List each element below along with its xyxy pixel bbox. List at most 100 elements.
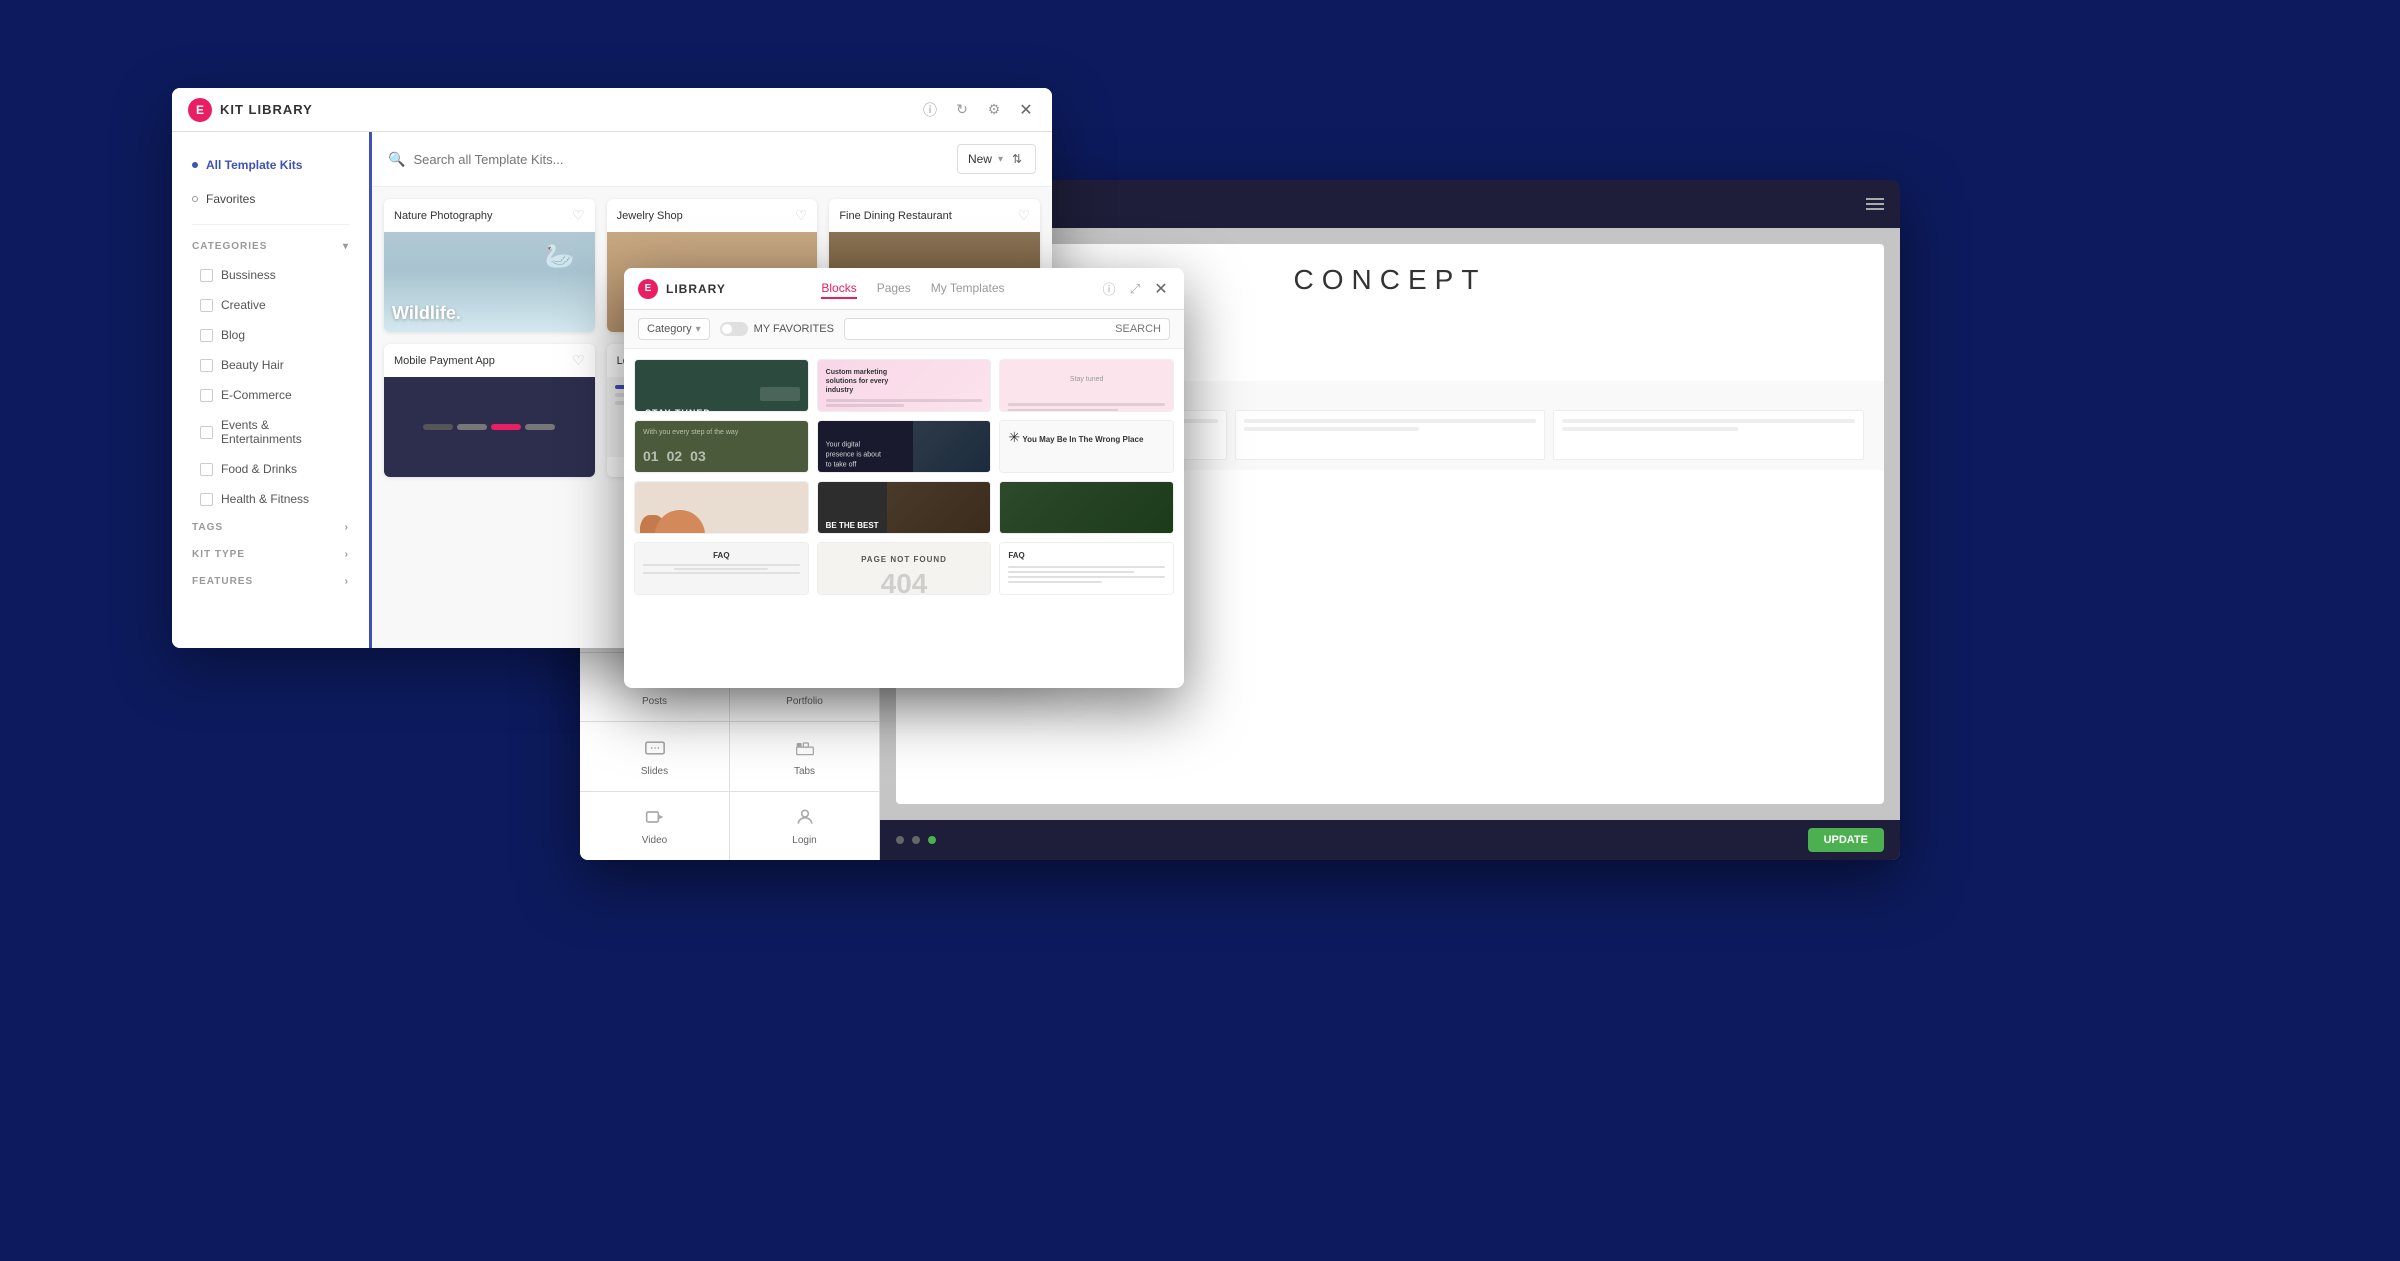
category-health[interactable]: Health & Fitness bbox=[172, 484, 369, 514]
info-icon[interactable]: ⓘ bbox=[920, 100, 940, 120]
category-ecommerce[interactable]: E-Commerce bbox=[172, 380, 369, 410]
category-creative-checkbox[interactable] bbox=[200, 299, 213, 312]
faq2-lines bbox=[1008, 566, 1165, 583]
widget-posts-label: Posts bbox=[642, 696, 667, 707]
lib-info-icon[interactable]: ⓘ bbox=[1100, 280, 1118, 298]
category-ecommerce-checkbox[interactable] bbox=[200, 389, 213, 402]
lib-block-digital[interactable]: Your digitalpresence is aboutto take off… bbox=[817, 420, 992, 473]
kit-card-nature[interactable]: Nature Photography ♡ Wildlife. 🦢 bbox=[384, 199, 595, 332]
category-food[interactable]: Food & Drinks bbox=[172, 454, 369, 484]
category-blog-checkbox[interactable] bbox=[200, 329, 213, 342]
tags-header[interactable]: TAGS › bbox=[172, 514, 369, 541]
nav-all-template-kits[interactable]: All Template Kits bbox=[172, 148, 369, 182]
lib-block-faq2[interactable]: FAQ + Insert bbox=[999, 542, 1174, 595]
kit-card-heart-nature[interactable]: ♡ bbox=[572, 207, 585, 224]
steps-subtitle: With you every step of the way bbox=[643, 429, 800, 436]
widget-video2[interactable]: Video bbox=[580, 792, 729, 861]
category-health-checkbox[interactable] bbox=[200, 493, 213, 506]
lib-category-dropdown[interactable]: Category ▾ bbox=[638, 318, 710, 340]
leaf-image: page not found bbox=[1000, 482, 1173, 534]
category-ecommerce-label: E-Commerce bbox=[221, 388, 292, 402]
sort-dropdown[interactable]: New ▾ ⇅ bbox=[957, 144, 1036, 174]
widget-portfolio-label: Portfolio bbox=[786, 696, 823, 707]
widget-tabs-label: Tabs bbox=[794, 766, 815, 777]
lib-block-best[interactable]: BE THE BESTYOU CAN BE + Insert bbox=[817, 481, 992, 534]
category-blog-label: Blog bbox=[221, 328, 245, 342]
settings-icon[interactable]: ⚙ bbox=[984, 100, 1004, 120]
category-beauty-hair-checkbox[interactable] bbox=[200, 359, 213, 372]
category-events[interactable]: Events & Entertainments bbox=[172, 410, 369, 454]
lib-block-404[interactable]: PAGE NOT FOUND 404 + Insert bbox=[817, 542, 992, 595]
kit-card-heart-dining[interactable]: ♡ bbox=[1017, 207, 1030, 224]
lib-block-wrong-place[interactable]: ✳ You May Be In The Wrong Place + Insert bbox=[999, 420, 1174, 473]
lib-block-stay-tuned[interactable]: STAY TUNED + Insert bbox=[634, 359, 809, 412]
widget-testimonial[interactable]: Login bbox=[730, 792, 879, 861]
category-bussiness[interactable]: Bussiness bbox=[172, 260, 369, 290]
widget-testimonial-label: Login bbox=[792, 835, 816, 846]
features-label: FEATURES bbox=[192, 576, 253, 587]
features-chevron-icon: › bbox=[345, 576, 349, 587]
category-events-label: Events & Entertainments bbox=[221, 418, 349, 446]
widget-slides[interactable]: Slides bbox=[580, 722, 729, 791]
service-card-3 bbox=[1553, 410, 1864, 460]
nav-dot-all bbox=[192, 162, 198, 168]
lib-block-pink-hero[interactable]: Stay tuned + Insert bbox=[999, 359, 1174, 412]
step-1: 01 bbox=[643, 448, 659, 464]
kit-search-input[interactable] bbox=[413, 152, 957, 167]
category-food-label: Food & Drinks bbox=[221, 462, 297, 476]
lib-close-button[interactable]: ✕ bbox=[1152, 280, 1170, 298]
kit-sidebar: All Template Kits Favorites CATEGORIES ▾… bbox=[172, 132, 372, 648]
wrong-asterisk-icon: ✳ bbox=[1008, 429, 1020, 446]
kit-card-image-mobile bbox=[384, 377, 595, 477]
kit-card-image-nature: Wildlife. 🦢 bbox=[384, 232, 595, 332]
lib-block-leaf[interactable]: page not found + Insert bbox=[999, 481, 1174, 534]
lib-block-marketing[interactable]: Custom marketingsolutions for everyindus… bbox=[817, 359, 992, 412]
kit-e-logo: E bbox=[188, 98, 212, 122]
stay-tuned-text: STAY TUNED bbox=[645, 408, 711, 412]
kit-card-heart-mobile[interactable]: ♡ bbox=[572, 352, 585, 369]
stay-tuned-search-bar bbox=[760, 387, 800, 401]
category-beauty-hair[interactable]: Beauty Hair bbox=[172, 350, 369, 380]
update-button[interactable]: UPDATE bbox=[1808, 828, 1884, 852]
categories-label: CATEGORIES bbox=[192, 241, 267, 252]
favorites-toggle-label: MY FAVORITES bbox=[754, 323, 834, 335]
categories-header[interactable]: CATEGORIES ▾ bbox=[172, 233, 369, 260]
favorites-toggle-switch[interactable] bbox=[720, 322, 748, 336]
lib-content-wrapper: STAY TUNED + Insert Custom marketingsolu… bbox=[624, 349, 1184, 687]
lib-titlebar-right: ⓘ ⤢ ✕ bbox=[1100, 280, 1170, 298]
faq-lines bbox=[643, 564, 800, 574]
category-events-checkbox[interactable] bbox=[200, 426, 213, 439]
kit-type-header[interactable]: KIT TYPE › bbox=[172, 541, 369, 568]
hamburger-right-icon[interactable] bbox=[1866, 198, 1884, 210]
sort-chevron-icon: ▾ bbox=[998, 154, 1003, 165]
tab-blocks[interactable]: Blocks bbox=[821, 279, 856, 299]
category-food-checkbox[interactable] bbox=[200, 463, 213, 476]
lib-expand-icon[interactable]: ⤢ bbox=[1126, 280, 1144, 298]
nav-favorites[interactable]: Favorites bbox=[172, 182, 369, 216]
kit-search-wrapper: 🔍 bbox=[388, 151, 957, 168]
categories-chevron-icon: ▾ bbox=[343, 241, 349, 252]
lib-favorites-toggle[interactable]: MY FAVORITES bbox=[720, 322, 834, 336]
category-blog[interactable]: Blog bbox=[172, 320, 369, 350]
category-creative[interactable]: Creative bbox=[172, 290, 369, 320]
tab-my-templates[interactable]: My Templates bbox=[931, 279, 1005, 299]
stay-tuned-image: STAY TUNED bbox=[635, 360, 808, 412]
four04-text: 404 bbox=[881, 568, 928, 596]
library-title: LIBRARY bbox=[666, 282, 726, 296]
lib-block-steps[interactable]: With you every step of the way 01 02 03 … bbox=[634, 420, 809, 473]
testimonial-icon bbox=[793, 805, 817, 829]
kit-card-header-dining: Fine Dining Restaurant ♡ bbox=[829, 199, 1040, 232]
kit-close-button[interactable]: ✕ bbox=[1016, 100, 1036, 120]
nav-all-label: All Template Kits bbox=[206, 158, 302, 172]
features-header[interactable]: FEATURES › bbox=[172, 568, 369, 595]
kit-card-header-jewelry: Jewelry Shop ♡ bbox=[607, 199, 818, 232]
kit-card-heart-jewelry[interactable]: ♡ bbox=[795, 207, 808, 224]
tab-pages[interactable]: Pages bbox=[877, 279, 911, 299]
refresh-icon[interactable]: ↻ bbox=[952, 100, 972, 120]
kit-card-mobile[interactable]: Mobile Payment App ♡ bbox=[384, 344, 595, 477]
category-bussiness-checkbox[interactable] bbox=[200, 269, 213, 282]
lib-block-pottery[interactable]: + Insert bbox=[634, 481, 809, 534]
lib-search-input[interactable] bbox=[844, 318, 1170, 340]
lib-block-faq[interactable]: FAQ + Insert bbox=[634, 542, 809, 595]
widget-tabs[interactable]: Tabs bbox=[730, 722, 879, 791]
